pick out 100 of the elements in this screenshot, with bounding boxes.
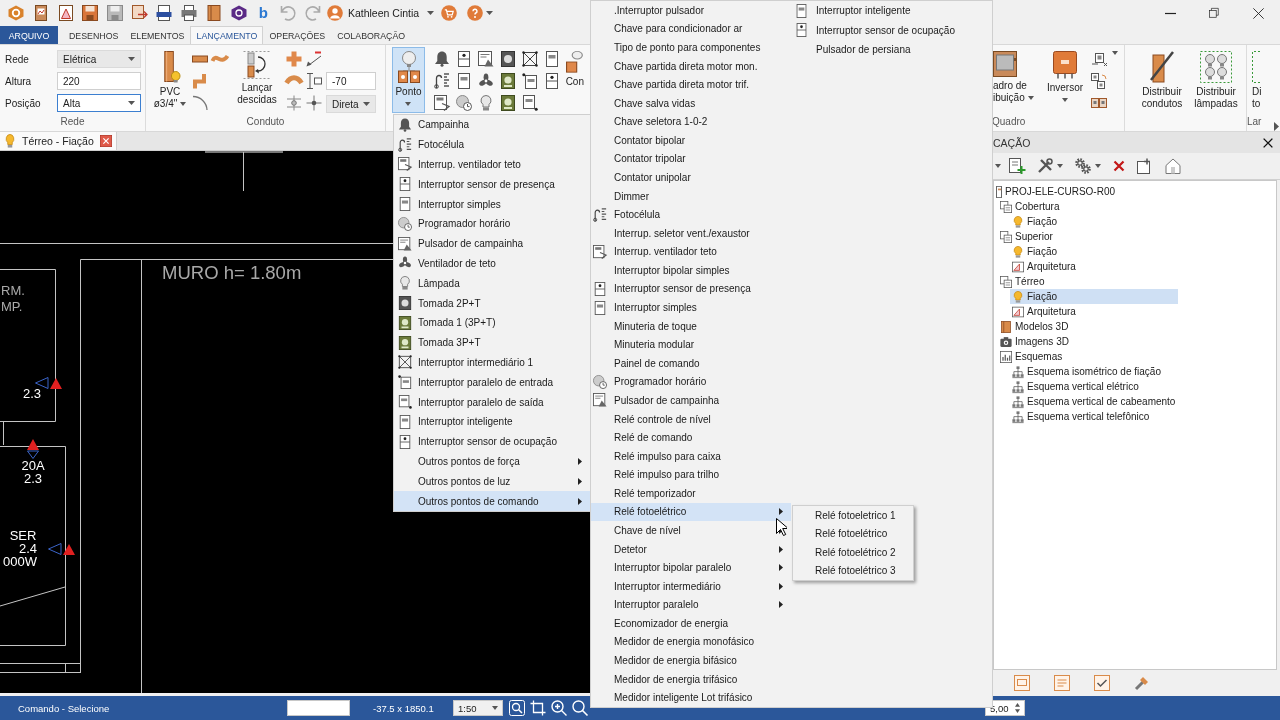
hammer-icon[interactable] bbox=[1134, 675, 1150, 691]
menu-item[interactable]: Interruptor simples bbox=[394, 194, 590, 214]
ribbon-button[interactable]: Di to bbox=[1251, 47, 1267, 113]
menu-item[interactable]: Tomada 2P+T bbox=[394, 293, 590, 313]
crop-icon[interactable] bbox=[530, 700, 546, 716]
tree-item[interactable]: Esquema vertical de cabeamento bbox=[1010, 394, 1178, 409]
minimize-icon[interactable] bbox=[1164, 12, 1176, 14]
menu-item[interactable]: Interrup. seletor vent./exaustor bbox=[591, 223, 791, 243]
distribute-button[interactable]: Distribuir lâmpadas bbox=[1189, 47, 1243, 113]
menu-item[interactable]: Pulsador de persiana bbox=[791, 40, 992, 60]
print-icon[interactable] bbox=[181, 5, 198, 21]
fan-switch-icon[interactable] bbox=[434, 95, 450, 111]
menu-item[interactable]: Interruptor paralelo bbox=[591, 595, 791, 615]
scale-dropdown[interactable]: 1:50 bbox=[453, 700, 503, 716]
outlet-icon[interactable] bbox=[500, 51, 516, 67]
gears-icon[interactable] bbox=[1075, 158, 1091, 174]
tree-item[interactable]: Esquema vertical elétrico bbox=[1010, 379, 1141, 394]
menu-item[interactable]: Interruptor bipolar paralelo bbox=[591, 558, 791, 577]
menu-item[interactable]: Relé temporizador bbox=[591, 484, 791, 503]
distribute-button[interactable]: Distribuir condutos bbox=[1135, 47, 1189, 113]
menu-item[interactable]: Interruptor paralelo de saída bbox=[394, 392, 590, 412]
sensor-switch-icon[interactable] bbox=[544, 73, 560, 89]
menu-item[interactable]: Interruptor inteligente bbox=[791, 1, 992, 21]
user-name[interactable]: Kathleen Cintia bbox=[347, 7, 420, 19]
menu-item[interactable]: Minuteria de toque bbox=[591, 316, 791, 336]
tree-item[interactable]: Esquema isométrico de fiação bbox=[1010, 364, 1163, 379]
hexagon-icon[interactable] bbox=[230, 5, 247, 21]
tree-item[interactable]: Esquema vertical telefônico bbox=[1010, 409, 1152, 424]
select-field[interactable]: Elétrica bbox=[57, 50, 141, 68]
menu-item[interactable]: Relé impulso para caixa bbox=[591, 446, 791, 466]
sensor-switch-icon[interactable] bbox=[456, 51, 472, 67]
menu-item[interactable]: Fotocélula bbox=[394, 134, 590, 155]
help-icon[interactable] bbox=[467, 5, 484, 21]
menu-item[interactable]: Painel de comando bbox=[591, 354, 791, 373]
menu-item[interactable]: Tomada 3P+T bbox=[394, 332, 590, 353]
twin-boxes-icon[interactable] bbox=[1091, 95, 1107, 111]
bulb-icon[interactable] bbox=[478, 95, 494, 111]
tree-item[interactable]: Fiação bbox=[1010, 244, 1059, 259]
ribbon-tab[interactable]: COLABORAÇÃO bbox=[331, 26, 412, 44]
menu-item[interactable]: Medidor de energia trifásico bbox=[591, 669, 791, 689]
menu-item[interactable]: Outros pontos de força bbox=[394, 451, 590, 472]
tree-item[interactable]: Modelos 3D bbox=[998, 319, 1071, 334]
tree-item[interactable]: Fiação bbox=[1010, 214, 1059, 229]
junction-icon[interactable] bbox=[286, 95, 302, 111]
document-add-icon[interactable] bbox=[1009, 158, 1025, 174]
menu-item[interactable]: Relé impulso para trilho bbox=[591, 465, 791, 485]
search-icon[interactable] bbox=[572, 700, 588, 716]
tree-item[interactable]: Térreo bbox=[998, 274, 1047, 289]
document-icon[interactable] bbox=[33, 5, 50, 21]
menu-item[interactable]: Interruptor paralelo de entrada bbox=[394, 372, 590, 393]
menu-item[interactable]: Chave partida direta motor mon. bbox=[591, 56, 791, 76]
menu-item[interactable]: Programador horário bbox=[591, 372, 791, 392]
select-field[interactable]: Alta bbox=[57, 94, 141, 112]
menu-item[interactable]: Pulsador de campainha bbox=[394, 233, 590, 254]
swap-icon[interactable] bbox=[1091, 73, 1107, 89]
menu-item[interactable]: Detetor bbox=[591, 539, 791, 559]
menu-item[interactable]: Interrup. ventilador teto bbox=[591, 242, 791, 262]
menu-item[interactable]: Contator tripolar bbox=[591, 149, 791, 169]
menu-item[interactable]: Interruptor simples bbox=[591, 298, 791, 317]
pipe-button[interactable]: PVC ø3/4" bbox=[150, 47, 190, 113]
menu-item[interactable]: Interruptor inteligente bbox=[394, 411, 590, 432]
input-field[interactable]: 220 bbox=[57, 72, 141, 90]
crossed-box-icon[interactable] bbox=[522, 51, 538, 67]
tree-item[interactable]: Superior bbox=[998, 229, 1055, 244]
menu-item[interactable]: Interruptor sensor de ocupação bbox=[791, 20, 992, 40]
export-icon[interactable] bbox=[156, 5, 173, 21]
menu-item[interactable]: Programador horário bbox=[394, 214, 590, 234]
menu-item[interactable]: Campainha bbox=[394, 115, 590, 135]
elbow-icon[interactable] bbox=[192, 73, 208, 89]
tree-item[interactable]: Imagens 3D bbox=[998, 334, 1071, 349]
height-icon[interactable] bbox=[306, 73, 322, 89]
menu-item[interactable]: Relé fotoelétrico bbox=[591, 502, 791, 522]
cart-icon[interactable] bbox=[441, 5, 458, 21]
switch-icon[interactable] bbox=[522, 73, 538, 89]
arrow-icon[interactable] bbox=[306, 51, 322, 67]
push-button-icon[interactable] bbox=[478, 51, 494, 67]
document-icon[interactable] bbox=[131, 5, 148, 21]
bell-icon[interactable] bbox=[434, 51, 450, 67]
menu-item[interactable]: Contator unipolar bbox=[591, 168, 791, 187]
box-icon[interactable] bbox=[1091, 51, 1107, 67]
outlet-icon[interactable] bbox=[500, 95, 516, 111]
menu-item[interactable]: Interruptor sensor de ocupação bbox=[394, 431, 590, 452]
fan-icon[interactable] bbox=[478, 73, 494, 89]
panel-board-button[interactable]: adro de ibuição bbox=[992, 47, 1036, 113]
menu-item[interactable]: .Interruptor pulsador bbox=[591, 1, 791, 20]
input-field[interactable]: -70 bbox=[326, 72, 376, 90]
menu-item[interactable]: Interruptor sensor de presença bbox=[394, 174, 590, 195]
menu-item[interactable]: Interruptor sensor de presença bbox=[591, 279, 791, 299]
save-icon[interactable] bbox=[107, 5, 124, 21]
menu-item[interactable]: Ventilador de teto bbox=[394, 253, 590, 274]
zoom-window-icon[interactable] bbox=[509, 700, 525, 716]
menu-item[interactable]: Relé fotoelétrico 2 bbox=[793, 543, 913, 562]
new-window-icon[interactable] bbox=[1137, 158, 1153, 174]
timer-icon[interactable] bbox=[456, 95, 472, 111]
user-avatar-icon[interactable] bbox=[326, 5, 343, 21]
point-button[interactable]: Ponto bbox=[392, 47, 425, 113]
letter-logo[interactable]: b bbox=[258, 5, 268, 21]
menu-item[interactable]: Relé fotoelétrico 3 bbox=[793, 561, 913, 580]
descent-button[interactable]: Lançar descidas bbox=[230, 47, 284, 113]
menu-item[interactable]: Minuteria modular bbox=[591, 335, 791, 354]
